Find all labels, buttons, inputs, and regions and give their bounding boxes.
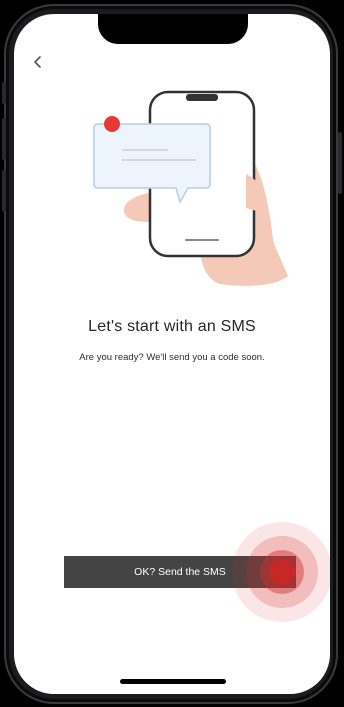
notification-dot: [104, 116, 120, 132]
side-button-volume-down: [2, 170, 6, 212]
side-button-power: [338, 132, 342, 194]
app-screen: Let's start with an SMS Are you ready? W…: [14, 14, 330, 694]
page-subtitle: Are you ready? We'll send you a code soo…: [79, 352, 265, 363]
side-button-volume-up: [2, 118, 6, 160]
side-button-silent: [2, 82, 6, 104]
camera-notch: [98, 14, 248, 44]
send-sms-button[interactable]: OK? Send the SMS: [64, 556, 296, 588]
stage: Let's start with an SMS Are you ready? W…: [0, 0, 344, 707]
back-button[interactable]: [26, 50, 50, 74]
page-title: Let's start with an SMS: [88, 318, 256, 335]
phone-with-message-bubble-icon: [93, 90, 288, 286]
chevron-left-icon: [34, 56, 41, 68]
phone-notch: [186, 94, 218, 101]
home-indicator[interactable]: [120, 679, 226, 684]
send-sms-button-label: OK? Send the SMS: [134, 566, 226, 578]
